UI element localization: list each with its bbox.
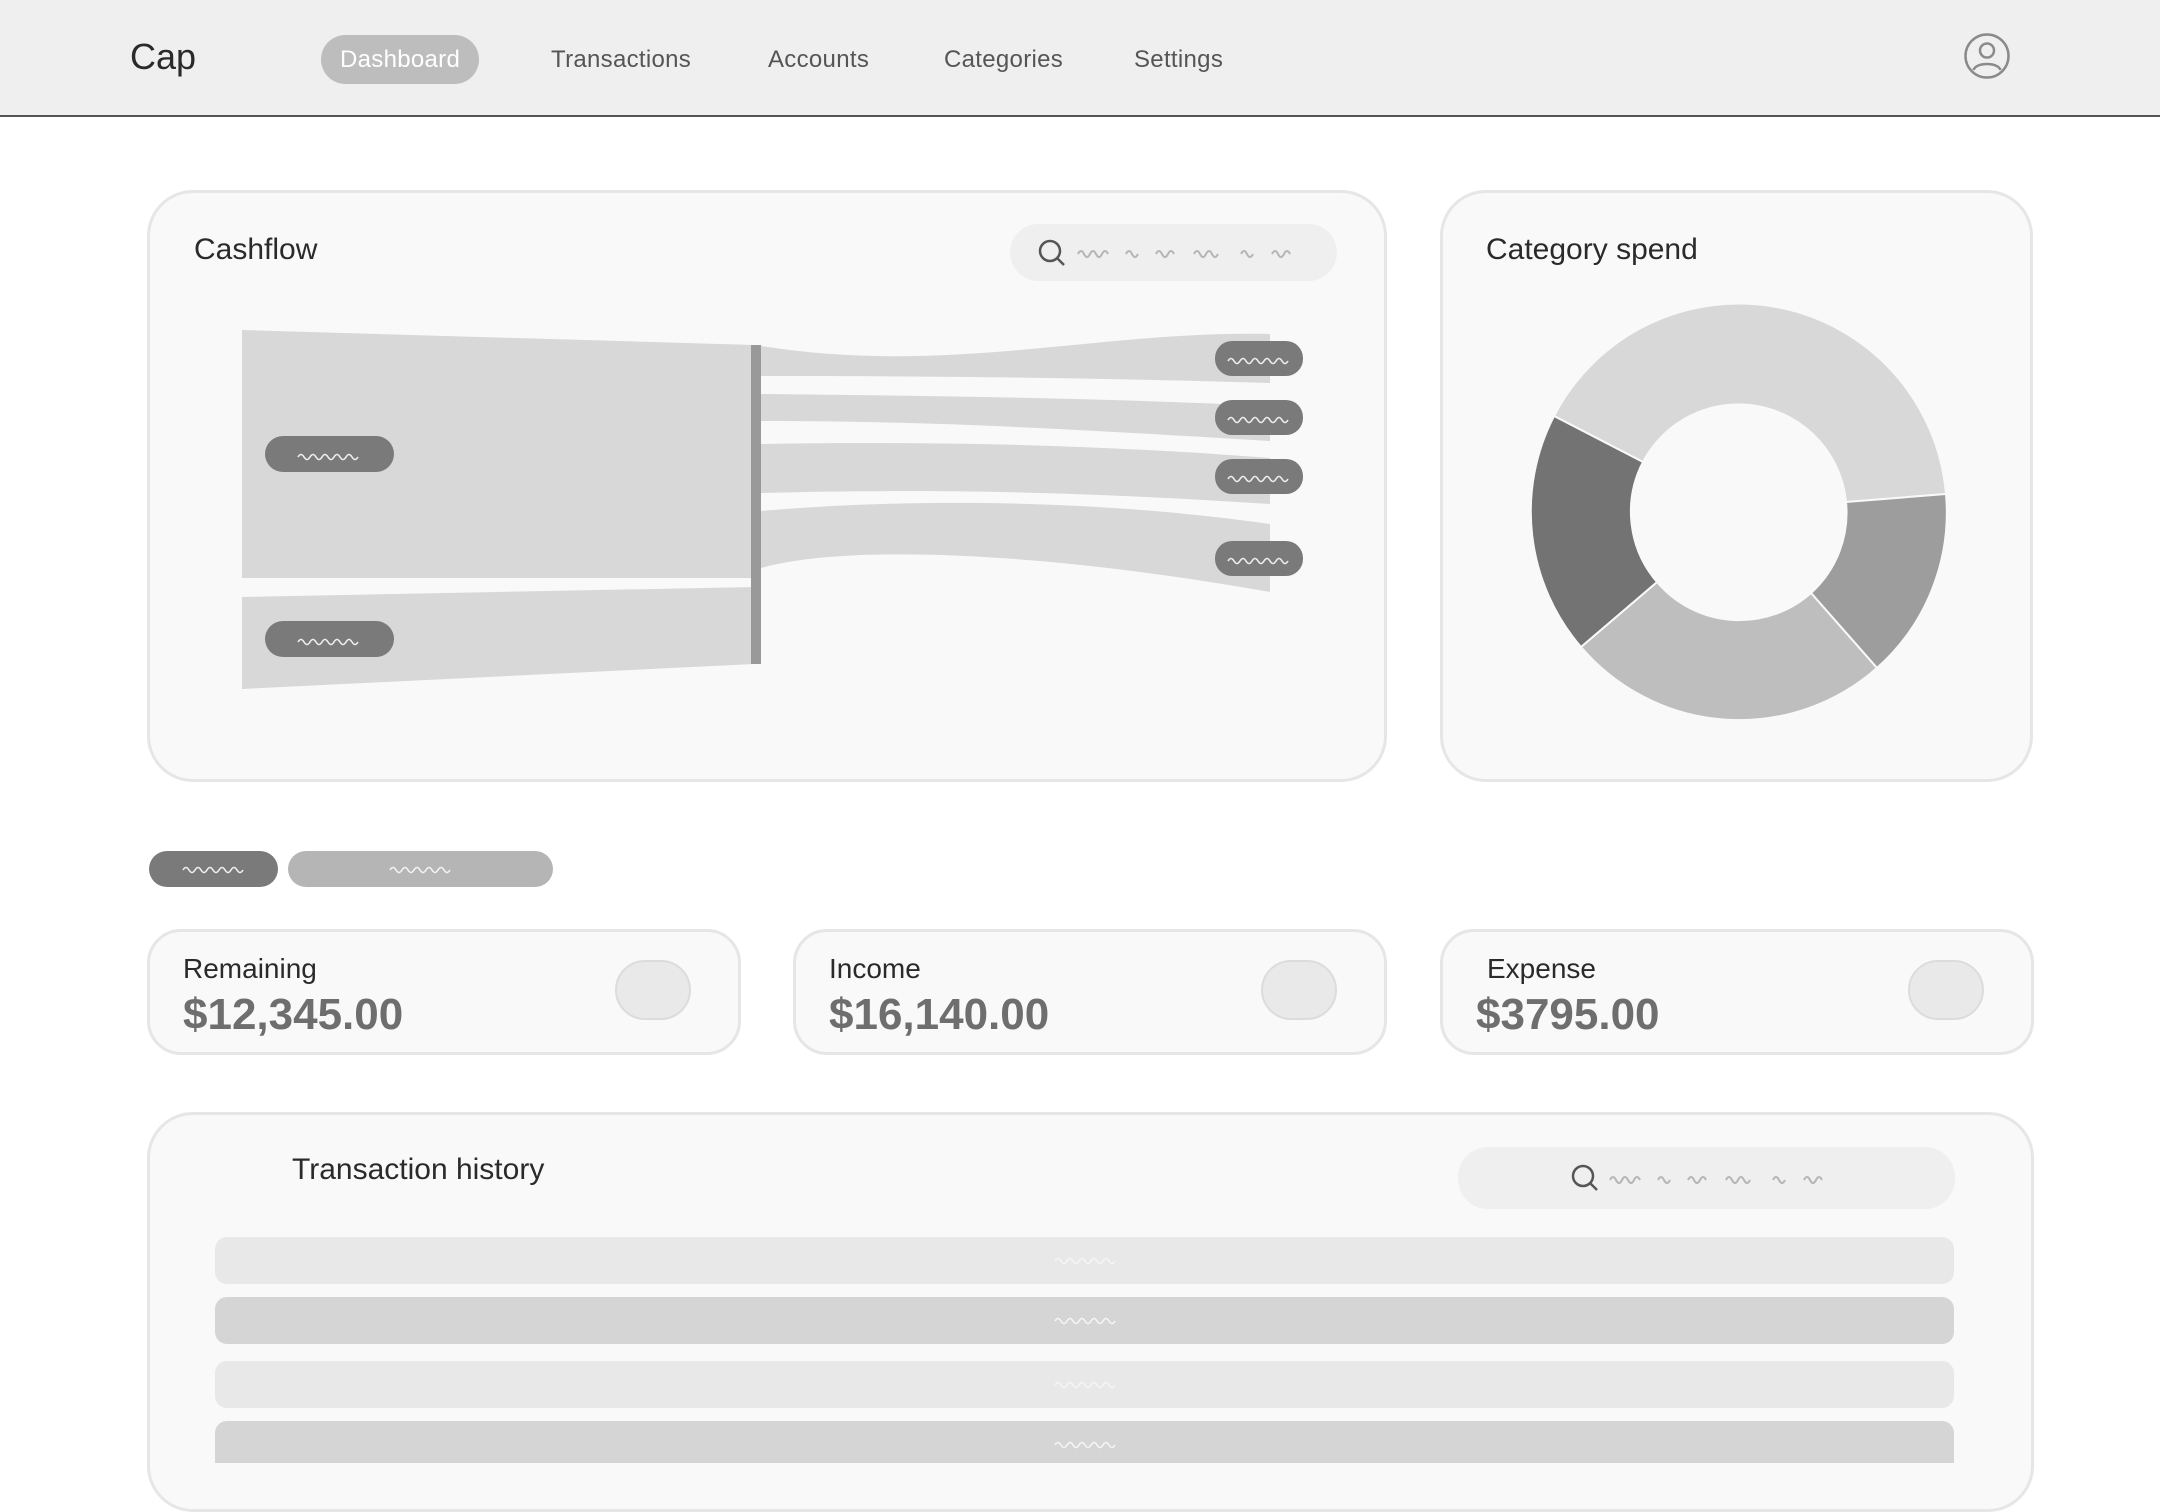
nav-transactions[interactable]: Transactions	[551, 35, 691, 84]
table-row[interactable]	[215, 1237, 1954, 1284]
sankey-dest-label-3	[1215, 459, 1303, 494]
cashflow-card: Cashflow	[147, 190, 1387, 782]
income-toggle[interactable]	[1261, 960, 1337, 1020]
category-spend-title: Category spend	[1486, 233, 1698, 266]
expense-value: $3795.00	[1476, 990, 1660, 1039]
top-navigation-bar: Cap Dashboard Transactions Accounts Cate…	[0, 0, 2160, 117]
search-icon	[1571, 1164, 1598, 1191]
income-value: $16,140.00	[829, 990, 1050, 1039]
period-tab-1[interactable]	[149, 851, 278, 887]
income-stat-card: Income $16,140.00	[793, 929, 1387, 1055]
cashflow-sankey-chart	[242, 330, 1303, 689]
sankey-dest-label-4	[1215, 541, 1303, 576]
remaining-stat-card: Remaining $12,345.00	[147, 929, 741, 1055]
category-spend-donut-chart	[1529, 302, 1948, 722]
sankey-node-bar	[751, 345, 761, 664]
row-placeholder-text	[1054, 1257, 1116, 1265]
row-placeholder-text	[1054, 1317, 1116, 1325]
sankey-out-flow-1	[761, 333, 1270, 383]
transaction-search-input[interactable]	[1458, 1147, 1955, 1209]
income-label: Income	[829, 953, 921, 984]
period-tab-2[interactable]	[288, 851, 553, 887]
sankey-source-label-1	[265, 436, 394, 472]
sankey-out-flow-4	[761, 502, 1270, 592]
remaining-toggle[interactable]	[615, 960, 691, 1020]
sankey-source-label-2	[265, 621, 394, 657]
sankey-out-flow-3	[761, 443, 1270, 504]
sankey-out-flow-2	[761, 394, 1270, 441]
transaction-history-title: Transaction history	[292, 1153, 545, 1186]
row-placeholder-text	[1054, 1441, 1116, 1449]
expense-stat-card: Expense $3795.00	[1440, 929, 2034, 1055]
expense-label: Expense	[1487, 953, 1596, 984]
category-spend-card: Category spend	[1440, 190, 2033, 782]
remaining-label: Remaining	[183, 953, 317, 984]
period-tab-1-label	[182, 866, 244, 874]
table-row[interactable]	[215, 1297, 1954, 1344]
app-logo[interactable]: Cap	[130, 36, 196, 78]
period-tab-2-label	[389, 866, 451, 874]
search-placeholder-scribble	[1609, 1176, 1823, 1184]
sankey-dest-label-2	[1215, 400, 1303, 435]
nav-dashboard[interactable]: Dashboard	[321, 35, 480, 84]
table-row[interactable]	[215, 1421, 1954, 1463]
row-placeholder-text	[1054, 1381, 1116, 1389]
remaining-value: $12,345.00	[183, 990, 404, 1039]
nav-settings[interactable]: Settings	[1134, 35, 1223, 84]
nav-categories[interactable]: Categories	[944, 35, 1063, 84]
nav-accounts[interactable]: Accounts	[768, 35, 869, 84]
expense-toggle[interactable]	[1908, 960, 1984, 1020]
user-circle-icon[interactable]	[1964, 33, 2010, 79]
table-row[interactable]	[215, 1361, 1954, 1408]
sankey-dest-label-1	[1215, 341, 1303, 376]
